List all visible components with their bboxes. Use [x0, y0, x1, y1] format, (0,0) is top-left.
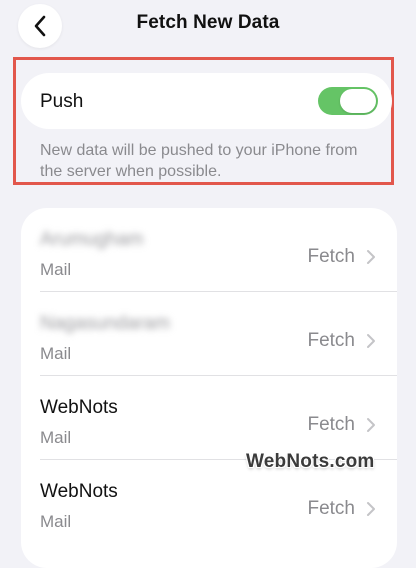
toggle-knob — [340, 89, 376, 113]
account-name: Arumugham — [40, 229, 144, 250]
fetch-value: Fetch — [307, 414, 355, 435]
push-setting-row: Push — [21, 73, 392, 129]
chevron-right-icon — [367, 418, 375, 432]
page-title: Fetch New Data — [136, 12, 280, 33]
chevron-right-icon — [367, 334, 375, 348]
chevron-right-icon — [367, 250, 375, 264]
watermark: WebNots.com — [246, 451, 375, 472]
account-type: Mail — [40, 344, 72, 363]
accounts-list: Arumugham Mail Fetch Nagasundaram Mail F… — [21, 208, 397, 568]
account-row[interactable]: Nagasundaram Mail Fetch — [21, 292, 397, 376]
push-label: Push — [40, 91, 84, 112]
account-name: WebNots — [40, 397, 118, 418]
account-type: Mail — [40, 260, 72, 279]
fetch-value: Fetch — [307, 498, 355, 519]
push-description: New data will be pushed to your iPhone f… — [40, 142, 358, 180]
push-toggle[interactable] — [318, 87, 378, 115]
account-type: Mail — [40, 512, 72, 531]
account-row[interactable]: Arumugham Mail Fetch — [21, 208, 397, 292]
account-type: Mail — [40, 428, 72, 447]
fetch-value: Fetch — [307, 330, 355, 351]
fetch-value: Fetch — [307, 246, 355, 267]
header: Fetch New Data — [0, 0, 416, 52]
chevron-right-icon — [367, 502, 375, 516]
account-name: Nagasundaram — [40, 313, 170, 334]
account-name: WebNots — [40, 481, 118, 502]
account-row[interactable]: WebNots Mail Fetch — [21, 376, 397, 460]
